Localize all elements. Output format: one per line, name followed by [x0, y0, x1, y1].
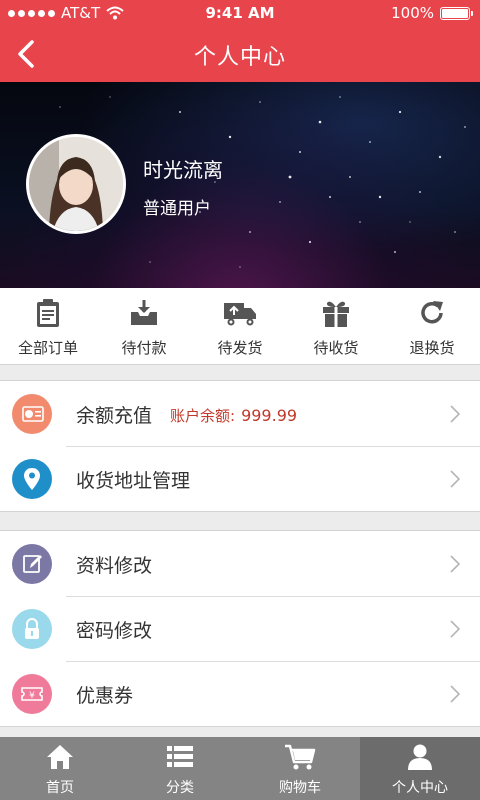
order-unreceived-label: 待收货 [313, 339, 359, 357]
status-bar: AT&T 9:41 AM 100% [0, 0, 480, 26]
svg-text:¥: ¥ [29, 691, 35, 701]
chevron-right-icon [450, 470, 460, 488]
user-level: 普通用户 [143, 199, 211, 219]
money-icon [12, 394, 52, 434]
battery-icon [440, 6, 473, 20]
clipboard-icon [37, 299, 59, 327]
edit-icon [12, 544, 52, 584]
avatar[interactable] [26, 134, 126, 234]
order-all-label: 全部订单 [17, 339, 78, 357]
tab-category[interactable]: 分类 [120, 737, 240, 800]
location-pin-icon [12, 459, 52, 499]
avatar-image [29, 137, 123, 231]
order-unpaid-label: 待付款 [121, 339, 167, 357]
chevron-right-icon [450, 555, 460, 573]
coupon-label: 优惠券 [76, 685, 134, 707]
tab-cart[interactable]: 购物车 [240, 737, 360, 800]
tab-category-label: 分类 [166, 780, 194, 796]
order-return-button[interactable]: 退换货 [384, 288, 480, 364]
list-item-address[interactable]: 收货地址管理 [0, 446, 480, 511]
list-icon [167, 746, 193, 767]
order-unshipped-button[interactable]: 待发货 [192, 288, 288, 364]
user-icon [408, 744, 432, 770]
order-return-label: 退换货 [409, 339, 455, 357]
page-title: 个人中心 [193, 45, 286, 70]
tab-profile[interactable]: 个人中心 [360, 737, 480, 800]
tab-home-label: 首页 [46, 780, 74, 796]
profile-edit-label: 资料修改 [76, 555, 153, 577]
balance-value: 999.99 [241, 406, 298, 425]
refresh-icon [421, 301, 443, 324]
cart-icon [285, 744, 316, 770]
truck-icon [224, 303, 256, 326]
address-label: 收货地址管理 [76, 470, 191, 492]
list-item-password-change[interactable]: 密码修改 [0, 596, 480, 661]
chevron-right-icon [450, 685, 460, 703]
order-unpaid-button[interactable]: 待付款 [96, 288, 192, 364]
tab-cart-label: 购物车 [279, 780, 321, 796]
balance-label: 账户余额: [170, 407, 236, 425]
recharge-label: 余额充值 [76, 405, 153, 427]
tab-profile-label: 个人中心 [392, 780, 448, 796]
order-all-button[interactable]: 全部订单 [0, 288, 96, 364]
order-unshipped-label: 待发货 [217, 339, 263, 357]
settings-group: 资料修改 密码修改 ¥ 优惠券 [0, 530, 480, 727]
account-group: 余额充值 账户余额: 999.99 收货地址管理 [0, 380, 480, 512]
password-change-label: 密码修改 [76, 620, 153, 642]
gift-icon [323, 301, 349, 327]
order-status-bar: 全部订单 待付款 待发货 待收货 退换货 [0, 288, 480, 365]
lock-icon [12, 609, 52, 649]
nav-bar: 个人中心 [0, 26, 480, 82]
battery-group: 100% [391, 4, 473, 22]
tab-home[interactable]: 首页 [0, 737, 120, 800]
user-name: 时光流离 [143, 158, 223, 182]
inbox-download-icon [131, 300, 157, 325]
coupon-icon: ¥ [12, 674, 52, 714]
list-item-coupon[interactable]: ¥ 优惠券 [0, 661, 480, 726]
home-icon [47, 745, 73, 769]
profile-banner: 时光流离 普通用户 [0, 82, 480, 288]
battery-percent: 100% [391, 4, 434, 22]
tab-bar: 首页 分类 购物车 个人中心 [0, 737, 480, 800]
balance-text: 账户余额: 999.99 [170, 405, 297, 426]
list-item-profile-edit[interactable]: 资料修改 [0, 531, 480, 596]
chevron-right-icon [450, 620, 460, 638]
chevron-right-icon [450, 405, 460, 423]
list-item-recharge[interactable]: 余额充值 账户余额: 999.99 [0, 381, 480, 446]
order-unreceived-button[interactable]: 待收货 [288, 288, 384, 364]
